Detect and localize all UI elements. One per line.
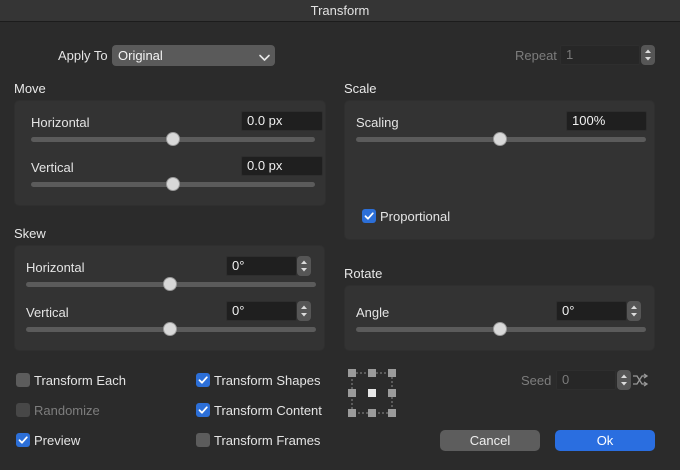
apply-to-value: Original <box>118 48 163 63</box>
angle-field[interactable]: 0° <box>556 301 627 321</box>
scaling-field[interactable]: 100% <box>566 111 647 131</box>
anchor-grid-icon[interactable] <box>348 369 396 417</box>
skew-horizontal-slider-knob[interactable] <box>163 277 177 291</box>
transform-shapes-label: Transform Shapes <box>214 373 321 388</box>
transform-each-label: Transform Each <box>34 373 126 388</box>
skew-vertical-field[interactable]: 0° <box>226 301 297 321</box>
rotate-section-title: Rotate <box>344 266 383 281</box>
preview-label: Preview <box>34 433 81 448</box>
checkmark-icon <box>364 212 374 220</box>
transform-shapes-checkbox[interactable] <box>196 373 210 387</box>
randomize-label: Randomize <box>34 403 100 418</box>
checkmark-icon <box>198 406 208 414</box>
skew-section-title: Skew <box>14 226 46 241</box>
move-vertical-slider-knob[interactable] <box>166 177 180 191</box>
randomize-checkbox[interactable] <box>16 403 30 417</box>
apply-to-label: Apply To <box>58 48 108 63</box>
seed-label: Seed <box>521 373 552 388</box>
skew-vertical-label: Vertical <box>26 305 69 320</box>
move-horizontal-slider-knob[interactable] <box>166 132 180 146</box>
move-section-title: Move <box>14 81 46 96</box>
seed-field[interactable]: 0 <box>556 370 616 390</box>
move-horizontal-label: Horizontal <box>31 115 90 130</box>
chevron-down-icon <box>258 49 271 70</box>
transform-dialog: Apply To Original Repeat 1 Move Horizont… <box>0 22 680 470</box>
move-horizontal-field[interactable]: 0.0 px <box>241 111 323 131</box>
skew-horizontal-stepper[interactable] <box>297 256 311 276</box>
stepper-arrows-icon <box>621 374 627 386</box>
proportional-checkbox[interactable] <box>362 209 376 223</box>
apply-to-select[interactable]: Original <box>112 45 275 66</box>
repeat-label: Repeat <box>515 48 557 63</box>
anchor-top-left[interactable] <box>348 369 356 377</box>
window-title: Transform <box>310 3 370 18</box>
transform-content-checkbox[interactable] <box>196 403 210 417</box>
seed-stepper[interactable] <box>617 370 631 390</box>
angle-label: Angle <box>356 305 390 320</box>
stepper-arrows-icon <box>645 49 651 61</box>
anchor-top-center[interactable] <box>368 369 376 377</box>
anchor-middle-right[interactable] <box>388 389 396 397</box>
scaling-slider-knob[interactable] <box>493 132 507 146</box>
move-vertical-field[interactable]: 0.0 px <box>241 156 323 176</box>
window-title-bar: Transform <box>0 0 680 22</box>
move-vertical-label: Vertical <box>31 160 74 175</box>
shuffle-icon[interactable] <box>632 372 649 391</box>
repeat-field[interactable]: 1 <box>560 45 640 65</box>
transform-each-checkbox[interactable] <box>16 373 30 387</box>
skew-horizontal-field[interactable]: 0° <box>226 256 297 276</box>
checkmark-icon <box>18 436 28 444</box>
skew-horizontal-label: Horizontal <box>26 260 85 275</box>
scale-panel: Scaling 100% Proportional <box>344 100 655 240</box>
angle-slider-knob[interactable] <box>493 322 507 336</box>
checkmark-icon <box>198 376 208 384</box>
anchor-middle-left[interactable] <box>348 389 356 397</box>
transform-frames-checkbox[interactable] <box>196 433 210 447</box>
move-panel: Horizontal 0.0 px Vertical 0.0 px <box>14 100 326 206</box>
skew-vertical-stepper[interactable] <box>297 301 311 321</box>
anchor-bottom-right[interactable] <box>388 409 396 417</box>
scaling-label: Scaling <box>356 115 399 130</box>
anchor-top-right[interactable] <box>388 369 396 377</box>
transform-frames-label: Transform Frames <box>214 433 321 448</box>
anchor-bottom-center[interactable] <box>368 409 376 417</box>
angle-stepper[interactable] <box>627 301 641 321</box>
rotate-panel: Angle 0° <box>344 285 655 351</box>
ok-button[interactable]: Ok <box>555 430 655 451</box>
repeat-stepper[interactable] <box>641 45 655 65</box>
skew-panel: Horizontal 0° Vertical 0° <box>14 245 325 351</box>
anchor-bottom-left[interactable] <box>348 409 356 417</box>
stepper-arrows-icon <box>301 305 307 317</box>
cancel-button[interactable]: Cancel <box>440 430 540 451</box>
stepper-arrows-icon <box>301 260 307 272</box>
anchor-center[interactable] <box>368 389 376 397</box>
proportional-label: Proportional <box>380 209 451 224</box>
preview-checkbox[interactable] <box>16 433 30 447</box>
transform-content-label: Transform Content <box>214 403 322 418</box>
scale-section-title: Scale <box>344 81 377 96</box>
stepper-arrows-icon <box>631 305 637 317</box>
skew-vertical-slider-knob[interactable] <box>163 322 177 336</box>
